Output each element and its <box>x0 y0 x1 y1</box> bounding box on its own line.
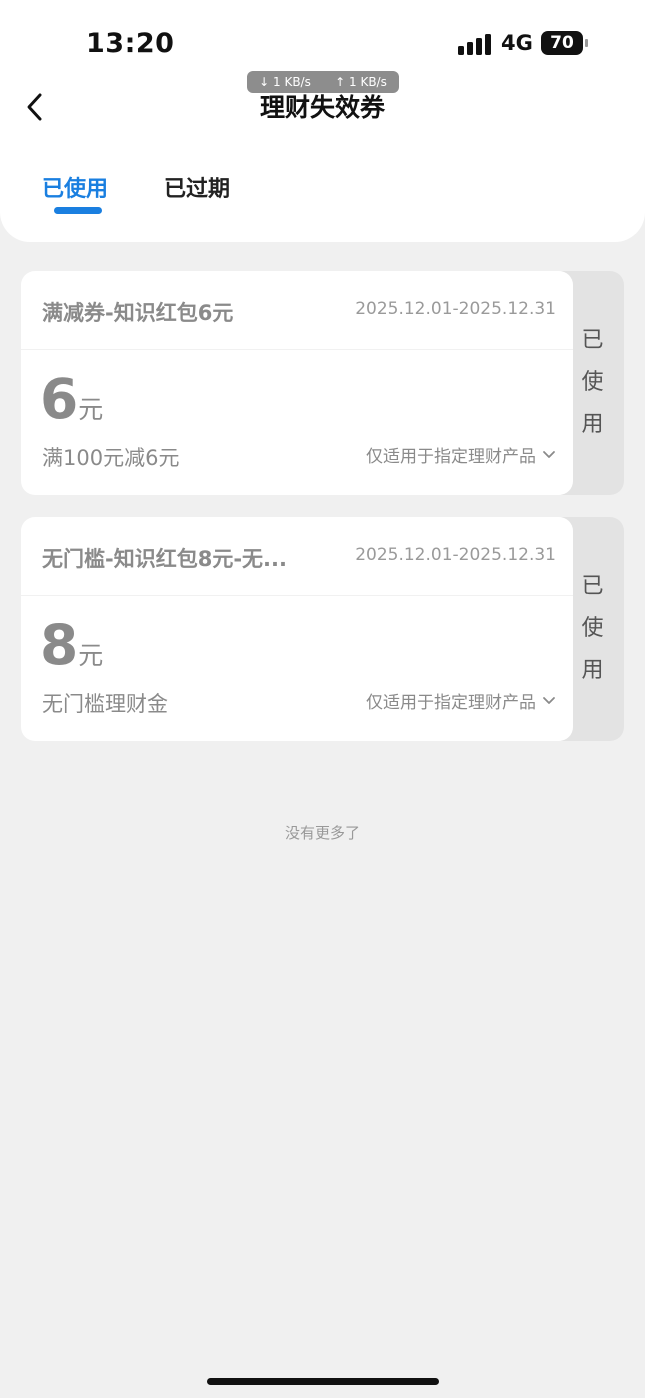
coupon-card[interactable]: 已 使 用 无门槛-知识红包8元-无... 2025.12.01-2025.12… <box>21 517 624 741</box>
tab-expired[interactable]: 已过期 <box>164 171 230 203</box>
coupon-name: 无门槛-知识红包8元-无... <box>42 547 287 571</box>
status-time: 13:20 <box>86 28 175 59</box>
network-label: 4G <box>501 31 533 55</box>
page-title: 理财失效券 <box>259 93 385 122</box>
coupon-condition: 满100元减6元 <box>42 446 180 470</box>
coupon-amount: 8元 <box>40 613 103 677</box>
battery-level: 70 <box>541 31 583 55</box>
chevron-down-icon <box>543 450 555 458</box>
end-of-list-text: 没有更多了 <box>284 824 360 842</box>
coupon-scope-toggle[interactable]: 仅适用于指定理财产品 <box>366 442 556 467</box>
coupon-amount-unit: 元 <box>78 641 104 670</box>
upload-speed: ↑ 1 KB/s <box>335 75 387 89</box>
coupon-status-char: 用 <box>581 412 604 437</box>
coupon-status-char: 用 <box>581 658 604 683</box>
coupon-date-range: 2025.12.01-2025.12.31 <box>355 299 556 319</box>
coupon-body: 无门槛-知识红包8元-无... 2025.12.01-2025.12.31 8元… <box>21 517 573 741</box>
active-tab-indicator <box>54 207 102 214</box>
battery-icon: 70 <box>541 31 588 55</box>
coupon-status-char: 使 <box>581 370 604 395</box>
coupon-condition: 无门槛理财金 <box>42 692 168 716</box>
coupon-body: 满减券-知识红包6元 2025.12.01-2025.12.31 6元 满100… <box>21 271 573 495</box>
coupon-scope-toggle[interactable]: 仅适用于指定理财产品 <box>366 688 556 713</box>
coupon-scope-label: 仅适用于指定理财产品 <box>366 447 536 467</box>
coupon-card[interactable]: 已 使 用 满减券-知识红包6元 2025.12.01-2025.12.31 6… <box>21 271 624 495</box>
coupon-status-char: 已 <box>581 328 604 353</box>
signal-icon <box>458 33 492 55</box>
coupon-status-char: 已 <box>581 574 604 599</box>
coupon-scope-label: 仅适用于指定理财产品 <box>366 693 536 713</box>
chevron-down-icon <box>543 696 555 704</box>
coupon-amount-value: 8 <box>40 613 79 677</box>
divider <box>21 595 573 596</box>
tab-used[interactable]: 已使用 <box>42 171 108 203</box>
divider <box>21 349 573 350</box>
coupon-date-range: 2025.12.01-2025.12.31 <box>355 545 556 565</box>
download-speed: ↓ 1 KB/s <box>259 75 311 89</box>
coupon-status-char: 使 <box>581 616 604 641</box>
coupon-name: 满减券-知识红包6元 <box>42 301 234 325</box>
coupon-amount: 6元 <box>40 367 103 431</box>
status-bar: 13:20 4G 70 <box>0 0 645 80</box>
home-indicator[interactable] <box>207 1378 439 1385</box>
coupon-amount-unit: 元 <box>78 395 104 424</box>
coupon-amount-value: 6 <box>40 367 79 431</box>
